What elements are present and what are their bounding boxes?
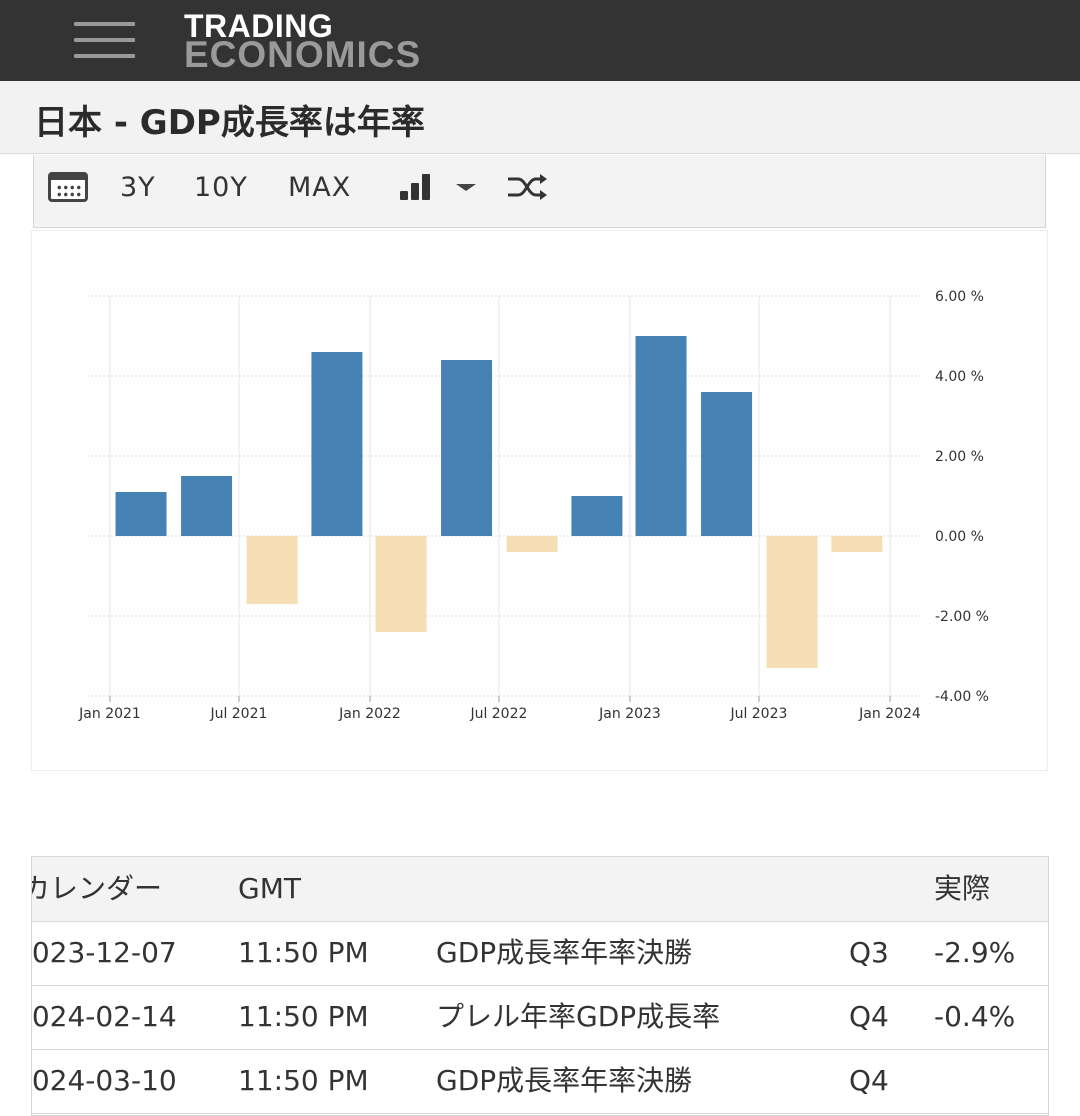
page-title: 日本 - GDP成長率は年率: [34, 103, 425, 143]
bar: [115, 492, 167, 536]
y-tick-label: 2.00 %: [935, 449, 984, 465]
row-date: 2024-02-14: [31, 1000, 177, 1033]
row-reference: Q4: [849, 1064, 889, 1097]
y-tick-label: 4.00 %: [935, 369, 984, 385]
range-3y-button[interactable]: 3Y: [120, 155, 156, 219]
x-tick-label: Jul 2022: [469, 706, 527, 722]
x-tick-label: Jul 2021: [209, 706, 267, 722]
x-tick-label: Jan 2022: [338, 706, 401, 722]
row-time: 11:50 PM: [238, 1064, 369, 1097]
bar: [311, 352, 363, 536]
range-10y-button[interactable]: 10Y: [194, 155, 248, 219]
table-row[interactable]: 2023-12-07 11:50 PM GDP成長率年率決勝 Q3 -2.9%: [31, 921, 1048, 986]
bar: [441, 360, 493, 536]
bar: [506, 536, 558, 552]
x-tick-label: Jan 2023: [598, 706, 661, 722]
caret-down-icon[interactable]: [456, 155, 476, 219]
logo-line-2: ECONOMICS: [184, 34, 422, 75]
bar: [831, 536, 883, 552]
x-tick-label: Jan 2021: [78, 706, 141, 722]
header-calendar: カレンダー: [31, 872, 163, 905]
table-row[interactable]: 2024-03-10 11:50 PM GDP成長率年率決勝 Q4: [31, 1049, 1048, 1114]
y-tick-label: 0.00 %: [935, 529, 984, 545]
row-event[interactable]: GDP成長率年率決勝: [436, 1049, 692, 1113]
trading-economics-logo[interactable]: TRADING ECONOMICS: [184, 10, 421, 73]
row-date: 2023-12-07: [31, 936, 177, 969]
table-header-row: カレンダー GMT 実際: [31, 857, 1048, 922]
bar: [766, 536, 818, 668]
row-reference: Q3: [849, 936, 889, 969]
row-actual: -2.9%: [934, 936, 1016, 969]
row-time: 11:50 PM: [238, 1000, 369, 1033]
table-row[interactable]: 2024-02-14 11:50 PM プレル年率GDP成長率 Q4 -0.4%: [31, 985, 1048, 1050]
header-gmt: GMT: [238, 872, 301, 905]
shuffle-icon[interactable]: [506, 155, 550, 219]
row-date: 2024-03-10: [31, 1064, 177, 1097]
y-tick-label: 6.00 %: [935, 289, 984, 305]
top-navigation-bar: TRADING ECONOMICS: [0, 0, 1080, 81]
gdp-growth-chart-panel: 6.00 % 4.00 % 2.00 % 0.00 % -2.00 % -4.00 % Ja…: [31, 230, 1048, 771]
page-title-bar: 日本 - GDP成長率は年率: [0, 81, 1080, 154]
x-tick-label: Jan 2024: [858, 706, 921, 722]
row-event[interactable]: GDP成長率年率決勝: [436, 921, 692, 985]
header-actual: 実際: [934, 872, 991, 905]
bar-chart-icon[interactable]: [400, 155, 430, 219]
bar: [635, 336, 687, 536]
row-event[interactable]: プレル年率GDP成長率: [436, 985, 720, 1049]
hamburger-menu-icon[interactable]: [74, 22, 135, 58]
y-tick-label: -4.00 %: [935, 689, 989, 705]
row-reference: Q4: [849, 1000, 889, 1033]
calendar-table: カレンダー GMT 実際 2023-12-07 11:50 PM GDP成長率年…: [31, 856, 1049, 1116]
bar: [571, 496, 623, 536]
row-actual: -0.4%: [934, 1000, 1016, 1033]
calendar-icon[interactable]: [48, 155, 88, 219]
bar: [701, 392, 753, 536]
bar: [375, 536, 427, 632]
range-max-button[interactable]: MAX: [288, 155, 351, 219]
x-tick-label: Jul 2023: [729, 706, 787, 722]
chart-toolbar: 3Y 10Y MAX: [33, 155, 1046, 228]
gdp-growth-bar-chart: 6.00 % 4.00 % 2.00 % 0.00 % -2.00 % -4.00 % Ja…: [78, 289, 989, 722]
bar: [181, 476, 233, 536]
y-tick-label: -2.00 %: [935, 609, 989, 625]
row-time: 11:50 PM: [238, 936, 369, 969]
bar: [246, 536, 298, 604]
